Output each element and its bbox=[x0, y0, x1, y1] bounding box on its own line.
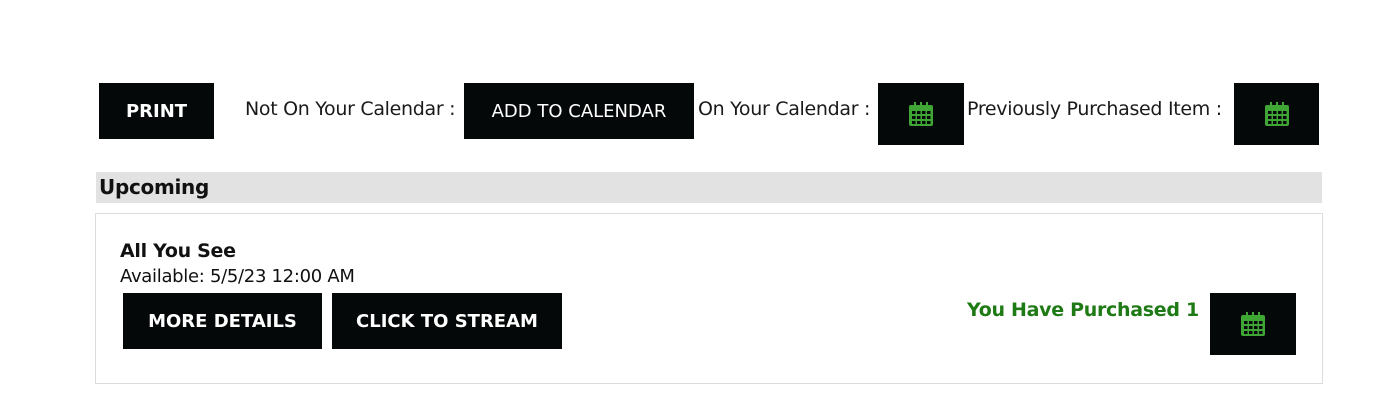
calendar-icon bbox=[1264, 101, 1290, 127]
event-availability: Available: 5/5/23 12:00 AM bbox=[120, 266, 355, 287]
event-title: All You See bbox=[120, 240, 236, 262]
calendar-icon bbox=[1240, 311, 1266, 337]
purchased-status: You Have Purchased 1 bbox=[967, 299, 1199, 321]
click-to-stream-button[interactable]: CLICK TO STREAM bbox=[332, 293, 562, 349]
previously-purchased-label: Previously Purchased Item : bbox=[967, 98, 1222, 120]
section-header: Upcoming bbox=[96, 172, 1322, 203]
add-to-calendar-label: ADD TO CALENDAR bbox=[491, 100, 667, 122]
on-calendar-button[interactable] bbox=[878, 83, 964, 145]
previously-purchased-button[interactable] bbox=[1234, 83, 1319, 145]
print-button-label: PRINT bbox=[125, 100, 188, 122]
purchased-calendar-button[interactable] bbox=[1210, 293, 1296, 355]
calendar-icon bbox=[908, 101, 934, 127]
more-details-label: MORE DETAILS bbox=[148, 310, 297, 332]
not-on-calendar-label: Not On Your Calendar : bbox=[245, 98, 456, 120]
click-to-stream-label: CLICK TO STREAM bbox=[356, 310, 538, 332]
section-title: Upcoming bbox=[99, 175, 210, 199]
event-card: All You See Available: 5/5/23 12:00 AM M… bbox=[95, 213, 1323, 384]
add-to-calendar-button[interactable]: ADD TO CALENDAR bbox=[464, 83, 694, 139]
print-button[interactable]: PRINT bbox=[99, 83, 214, 139]
on-calendar-label: On Your Calendar : bbox=[698, 98, 871, 120]
more-details-button[interactable]: MORE DETAILS bbox=[123, 293, 322, 349]
